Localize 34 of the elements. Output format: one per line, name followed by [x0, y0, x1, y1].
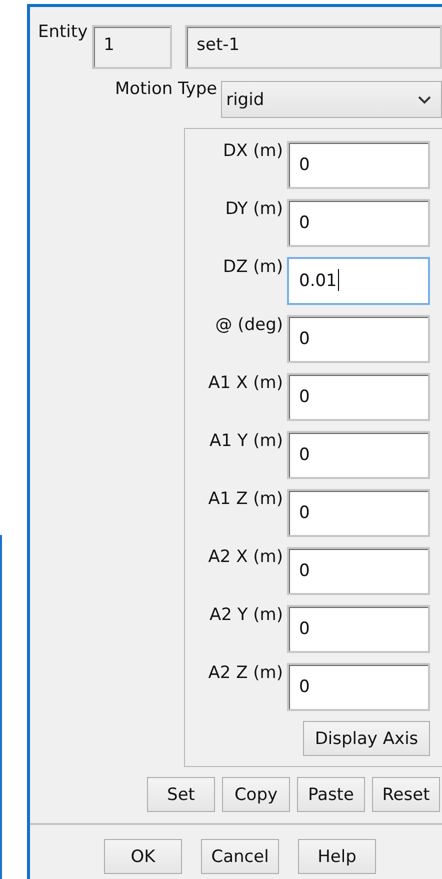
input-field[interactable]: 0	[287, 663, 430, 711]
dialog-button[interactable]: Cancel	[201, 839, 279, 874]
edit-button[interactable]: Copy	[222, 777, 290, 812]
input-field[interactable]: 0	[287, 605, 430, 653]
motion-type-dropdown[interactable]: rigid	[221, 81, 442, 118]
input-field[interactable]: 0	[287, 547, 430, 595]
chevron-down-icon	[418, 96, 431, 104]
input-field[interactable]: 0	[287, 489, 430, 537]
motion-type-label: Motion Type	[115, 79, 218, 99]
field-label: A2 Z (m)	[208, 663, 283, 683]
field-label: DZ (m)	[223, 257, 283, 277]
dialog-button[interactable]: Help	[298, 839, 376, 874]
entity-label: Entity	[38, 22, 88, 42]
input-field[interactable]: 0	[287, 141, 430, 189]
field-label: DY (m)	[225, 199, 283, 219]
input-field[interactable]: 0.01	[287, 257, 430, 305]
field-label: DX (m)	[223, 141, 283, 161]
field-label: A1 Z (m)	[208, 489, 283, 509]
field-label: A2 X (m)	[208, 547, 283, 567]
edit-button[interactable]: Reset	[372, 777, 440, 812]
edit-button[interactable]: Paste	[297, 777, 365, 812]
entity-name-field: set-1	[184, 25, 442, 69]
field-label: A2 Y (m)	[210, 605, 283, 625]
display-axis-button[interactable]: Display Axis	[303, 721, 430, 756]
edit-button[interactable]: Set	[147, 777, 215, 812]
input-field[interactable]: 0	[287, 315, 430, 363]
field-label: @ (deg)	[215, 315, 283, 335]
field-label: A1 Y (m)	[210, 431, 283, 451]
input-field[interactable]: 0	[287, 431, 430, 479]
dialog-button[interactable]: OK	[104, 839, 182, 874]
field-label: A1 X (m)	[208, 373, 283, 393]
input-field[interactable]: 0	[287, 199, 430, 247]
entity-number-field: 1	[92, 25, 172, 69]
input-field[interactable]: 0	[287, 373, 430, 421]
